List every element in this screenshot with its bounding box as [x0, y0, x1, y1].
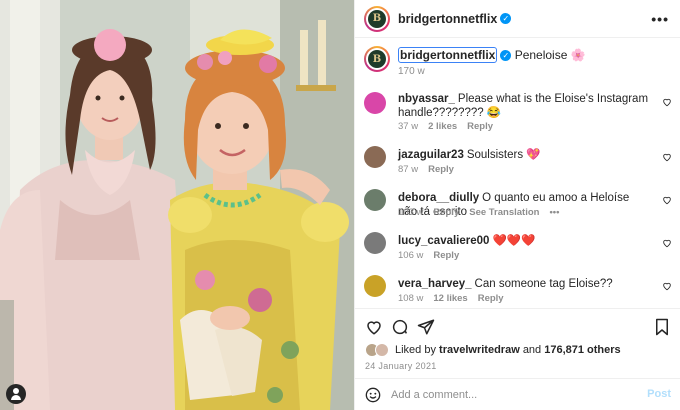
caption-body: Peneloise 🌸 [514, 48, 586, 62]
header-username[interactable]: bridgertonnetflix [398, 12, 497, 26]
heart-icon[interactable] [662, 195, 672, 205]
post-side-panel: B bridgertonnetflix ✓ ••• B bridgertonne… [354, 0, 680, 410]
comment-avatar[interactable] [364, 92, 386, 114]
user-tag-icon[interactable] [6, 384, 26, 404]
caption-text: bridgertonnetflix ✓ Peneloise 🌸 [398, 47, 586, 63]
comment-avatar[interactable] [364, 189, 386, 211]
post-caption: B bridgertonnetflix ✓ Peneloise 🌸 170 w [355, 42, 680, 82]
comment-item: vera_harvey_ Can someone tag Eloise?? 108… [355, 275, 680, 305]
comment-item: lucy_cavaliere00 ❤️❤️❤️ 106 w Reply [355, 232, 680, 262]
comment-likes[interactable]: 12 likes [433, 293, 467, 304]
liker-avatar [375, 343, 389, 357]
comment-meta: 106 w Reply [398, 250, 459, 261]
likes-others[interactable]: 176,871 others [544, 344, 620, 356]
add-comment-bar: Post [355, 378, 680, 410]
more-icon[interactable]: ••• [651, 11, 669, 27]
verified-icon: ✓ [500, 50, 512, 62]
comment-username[interactable]: lucy_cavaliere00 [398, 235, 489, 247]
comment-age: 87 w [398, 164, 419, 175]
comment-avatar[interactable] [364, 232, 386, 254]
heart-icon[interactable] [662, 97, 672, 107]
comment-item: nbyassar_ Please what is the Eloise's Ins… [355, 90, 680, 134]
likes-summary: Liked by travelwritedraw and 176,871 oth… [365, 343, 621, 357]
comment-item: jazaguilar23 Soulsisters 💖 87 w Reply [355, 146, 680, 176]
liker-avatars [365, 343, 391, 357]
see-translation-button[interactable]: See Translation [469, 207, 539, 218]
post-date: 24 January 2021 [365, 361, 437, 371]
comment-age: 106 w [398, 250, 424, 261]
caption-avatar[interactable]: B [364, 46, 390, 72]
comment-meta: 108 w 12 likes Reply [398, 293, 504, 304]
comment-body: Can someone tag Eloise?? [474, 278, 613, 290]
reply-button[interactable]: Reply [478, 293, 504, 304]
comment-text: vera_harvey_ Can someone tag Eloise?? [398, 277, 651, 291]
comment-age: 37 w [398, 121, 419, 132]
caption-username[interactable]: bridgertonnetflix [398, 47, 498, 63]
comment-body: ❤️❤️❤️ [492, 235, 536, 247]
likes-and: and [522, 344, 542, 356]
post-header: B bridgertonnetflix ✓ ••• [355, 0, 680, 38]
comment-icon[interactable] [391, 318, 409, 336]
comment-body: Soulsisters 💖 [466, 149, 541, 161]
reply-button[interactable]: Reply [433, 250, 459, 261]
comment-avatar[interactable] [364, 275, 386, 297]
comment-more-icon[interactable]: ••• [549, 207, 559, 218]
comment-username[interactable]: debora__diully [398, 192, 479, 204]
heart-icon[interactable] [365, 318, 383, 336]
heart-icon[interactable] [662, 238, 672, 248]
comment-username[interactable]: vera_harvey_ [398, 278, 472, 290]
avatar[interactable]: B [364, 5, 390, 32]
avatar-letter: B [368, 9, 386, 28]
comment-meta: 103 w Reply See Translation ••• [398, 207, 559, 218]
post-comment-button[interactable]: Post [647, 388, 671, 400]
first-liker[interactable]: travelwritedraw [439, 344, 520, 356]
avatar-letter: B [368, 50, 386, 68]
bookmark-icon[interactable] [653, 318, 671, 336]
verified-icon: ✓ [500, 13, 512, 24]
comment-item: debora__diully O quanto eu amoo a Heloíse… [355, 189, 680, 219]
post-photo[interactable] [0, 0, 354, 410]
comment-username[interactable]: jazaguilar23 [398, 149, 464, 161]
comment-text: nbyassar_ Please what is the Eloise's Ins… [398, 92, 651, 120]
reply-button[interactable]: Reply [433, 207, 459, 218]
caption-age: 170 w [398, 66, 425, 77]
share-icon[interactable] [417, 318, 435, 336]
emoji-icon[interactable] [365, 387, 381, 403]
heart-icon[interactable] [662, 152, 672, 162]
comment-username[interactable]: nbyassar_ [398, 93, 455, 105]
comment-age: 103 w [398, 207, 424, 218]
comment-age: 108 w [398, 293, 424, 304]
comment-text: lucy_cavaliere00 ❤️❤️❤️ [398, 234, 651, 248]
reply-button[interactable]: Reply [428, 164, 454, 175]
comment-input[interactable] [391, 385, 631, 405]
likes-prefix: Liked by [395, 344, 436, 356]
comment-meta: 87 w Reply [398, 164, 454, 175]
post-image [0, 0, 354, 410]
reply-button[interactable]: Reply [467, 121, 493, 132]
comment-text: jazaguilar23 Soulsisters 💖 [398, 148, 651, 162]
comment-likes[interactable]: 2 likes [428, 121, 457, 132]
comment-avatar[interactable] [364, 146, 386, 168]
heart-icon[interactable] [662, 281, 672, 291]
comment-meta: 37 w 2 likes Reply [398, 121, 493, 132]
